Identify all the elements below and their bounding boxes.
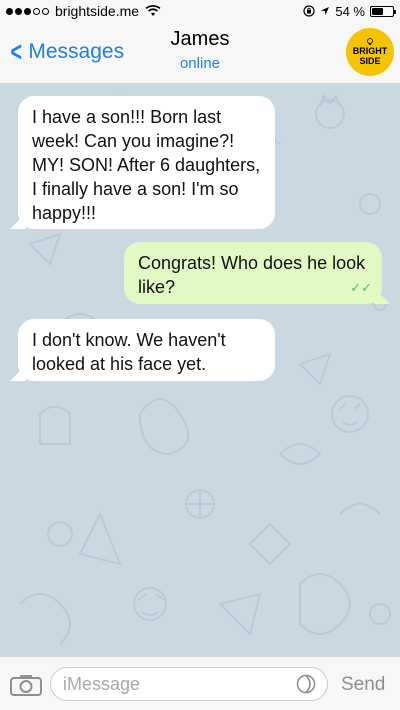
message-text: Congrats! Who does he look like? — [138, 253, 366, 297]
status-bar: brightside.me 54 % — [0, 0, 400, 22]
sticker-icon[interactable] — [296, 674, 316, 694]
message-input[interactable] — [50, 667, 328, 701]
carrier-name: brightside.me — [55, 3, 140, 19]
contact-status: online — [179, 55, 221, 72]
send-button[interactable]: Send — [341, 674, 385, 696]
camera-icon[interactable] — [10, 674, 42, 696]
battery-percent: 54 % — [335, 3, 365, 19]
logo-text-line1: BRIGHT — [352, 46, 388, 56]
status-right: 54 % — [303, 3, 396, 19]
back-button-label: Messages — [28, 40, 125, 63]
contact-header[interactable]: James online — [150, 28, 250, 72]
bright-side-logo: BRIGHT SIDE — [346, 28, 394, 76]
battery-level — [372, 7, 383, 15]
signal-strength-icon — [6, 7, 49, 15]
logo-text-line2: SIDE — [359, 56, 381, 66]
rotation-lock-icon — [303, 5, 315, 17]
chat-area[interactable]: I have a son!!! Born last week! Can you … — [0, 84, 400, 656]
message-bubble-incoming[interactable]: I don't know. We haven't looked at his f… — [10, 319, 275, 381]
chevron-left-icon: < — [10, 36, 22, 67]
message-bubble-incoming[interactable]: I have a son!!! Born last week! Can you … — [10, 96, 275, 229]
message-bubble-outgoing[interactable]: Congrats! Who does he look like? ✓✓ — [124, 242, 390, 304]
message-text: I don't know. We haven't looked at his f… — [32, 330, 226, 374]
status-left: brightside.me — [6, 3, 161, 19]
double-check-icon: ✓✓ — [350, 280, 372, 295]
contact-name: James — [170, 28, 230, 50]
battery-icon — [370, 5, 396, 17]
back-button[interactable]: < Messages — [8, 38, 124, 66]
location-arrow-icon — [321, 7, 330, 15]
lightbulb-icon — [367, 38, 373, 45]
wifi-icon — [145, 5, 161, 16]
navigation-bar: < Messages James online BRIGHT SIDE — [0, 22, 400, 84]
message-text: I have a son!!! Born last week! Can you … — [32, 107, 261, 223]
message-composer: Send — [0, 656, 400, 710]
